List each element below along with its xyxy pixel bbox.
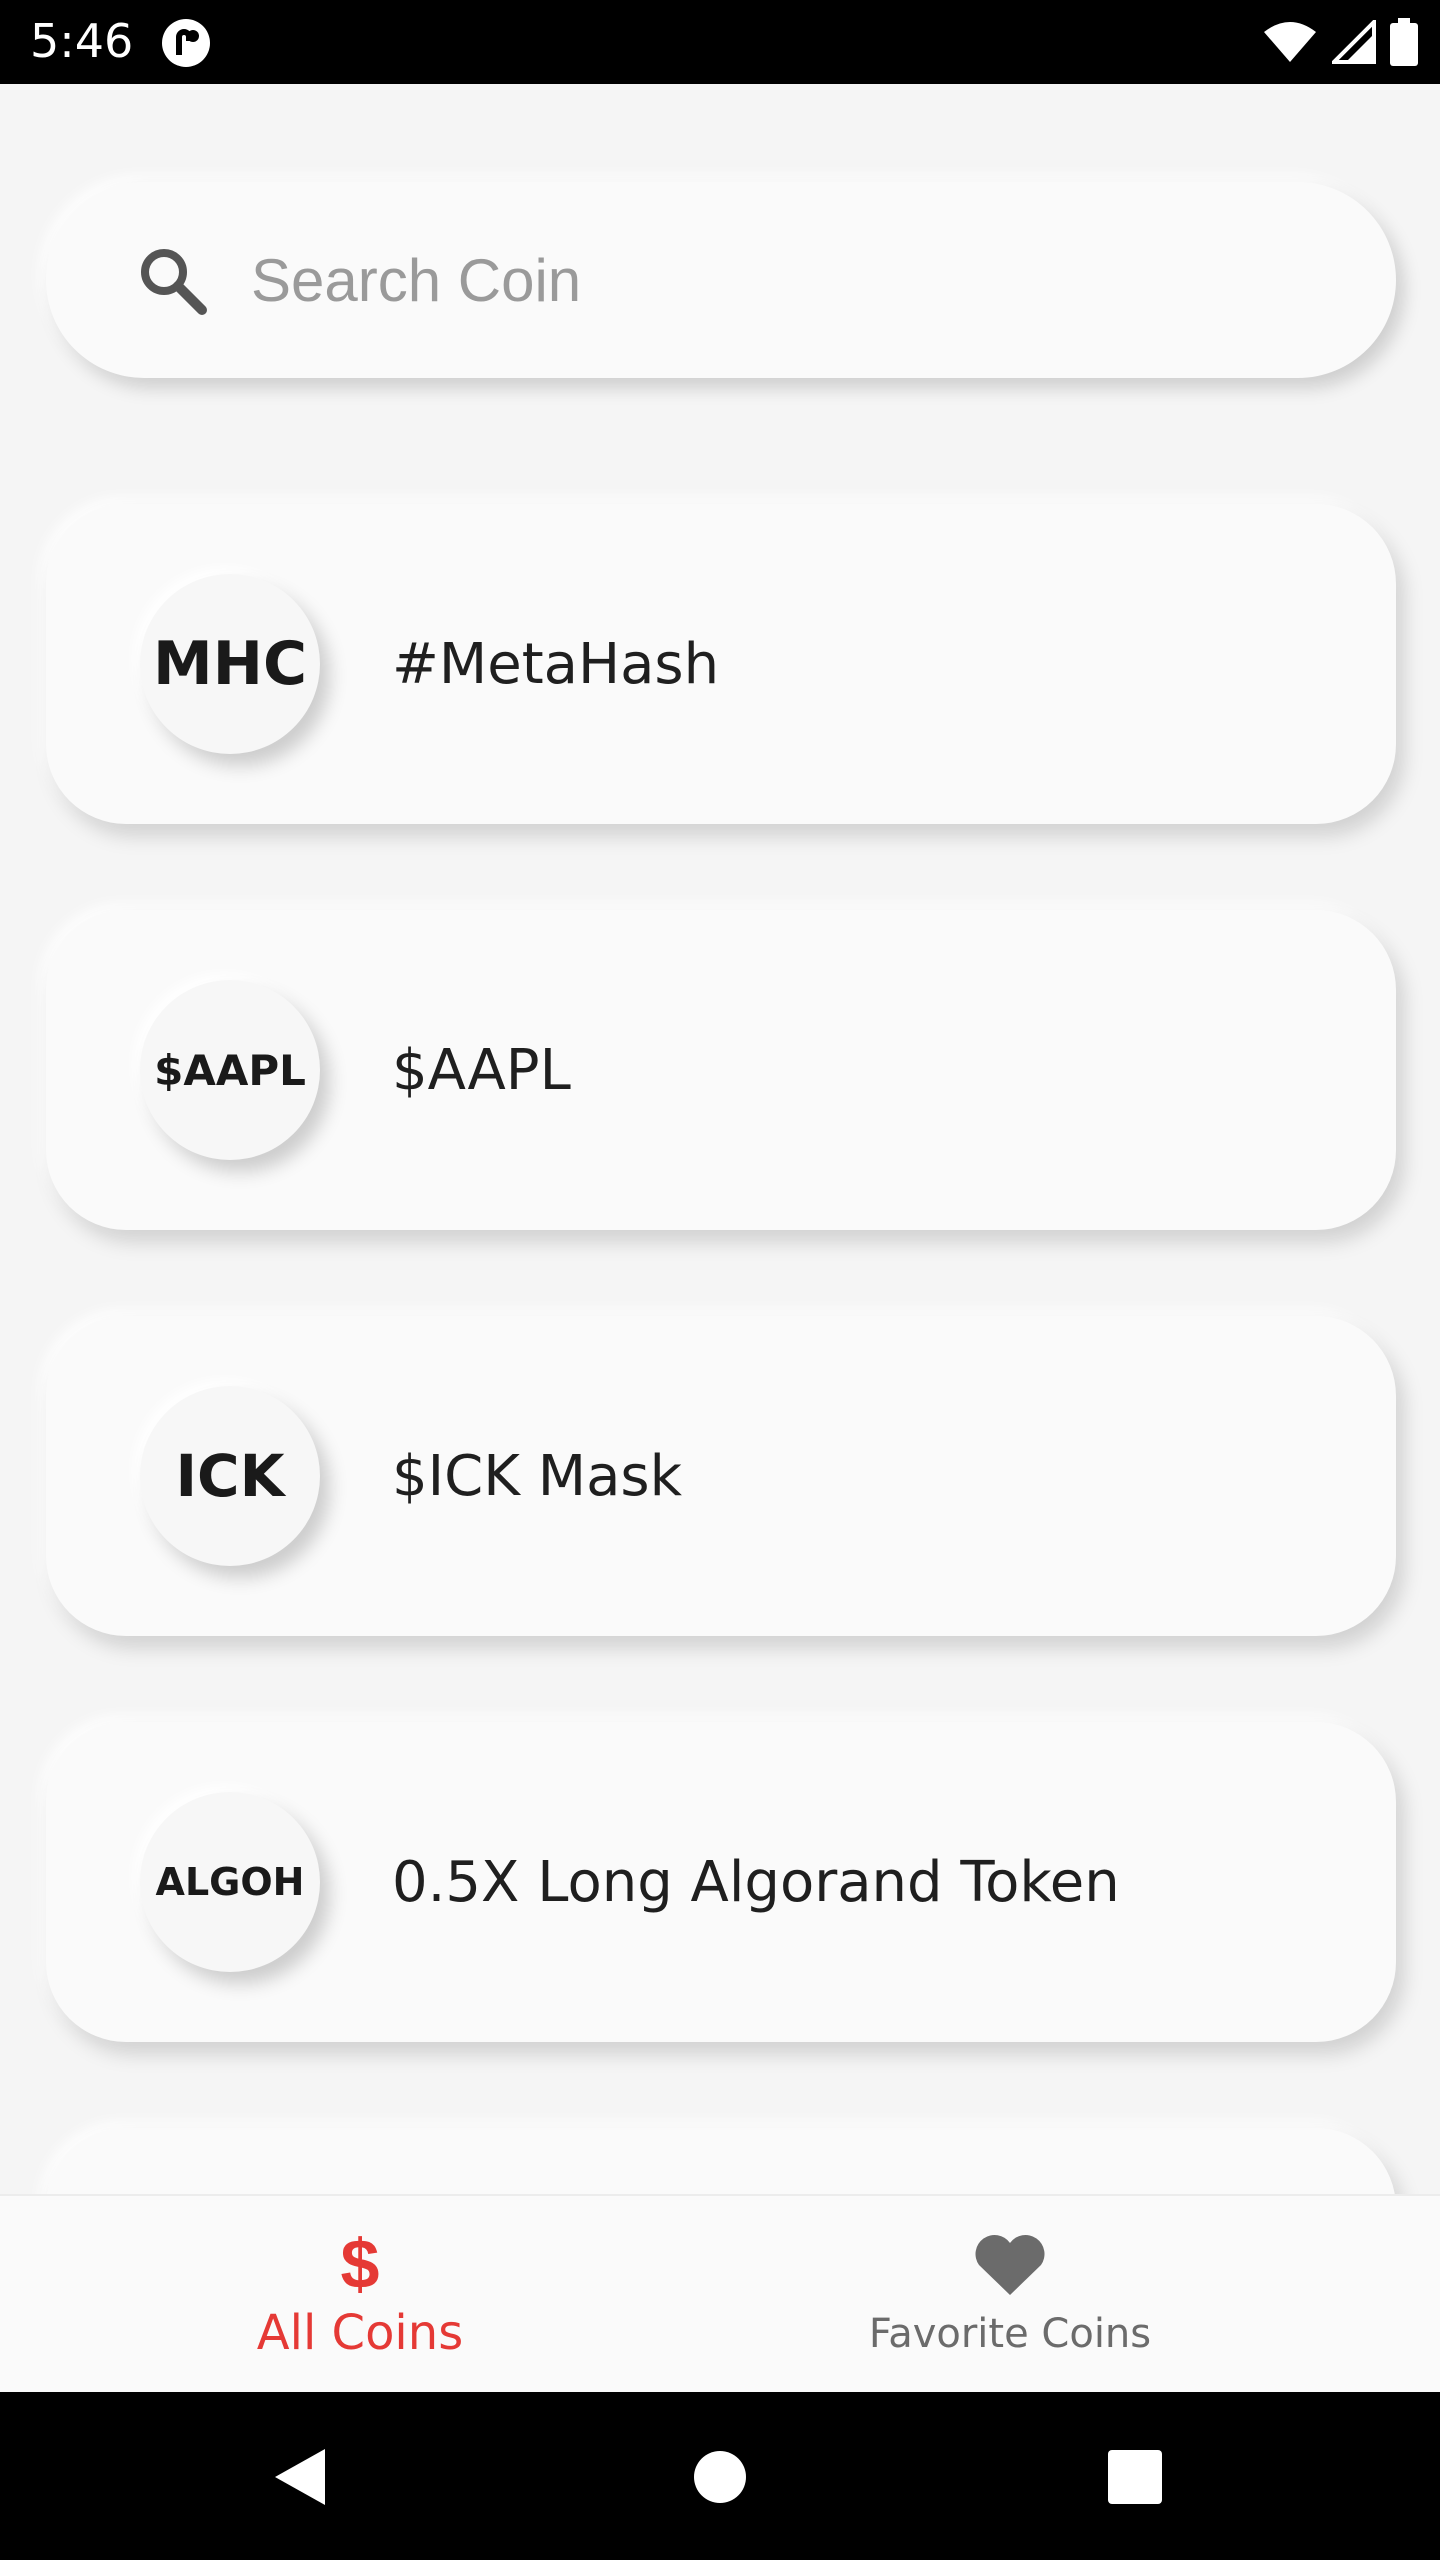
search-input[interactable] [251,232,1251,328]
status-time: 5:46 [30,14,134,68]
coin-name: #MetaHash [392,631,720,697]
search-bar[interactable] [46,182,1396,378]
bottom-navigation: $ All Coins Favorite Coins [0,2194,1440,2392]
coin-name: 0.5X Long Algorand Token [392,1849,1120,1915]
nav-label: All Coins [256,2305,464,2361]
coin-list-item[interactable]: MHC #MetaHash [46,504,1396,824]
coin-list-item[interactable]: ICK $ICK Mask [46,1316,1396,1636]
coin-symbol-badge: $AAPL [140,980,320,1160]
nav-favorite-coins[interactable]: Favorite Coins [560,2196,1440,2394]
status-icons [1262,16,1418,68]
heart-icon [975,2234,1045,2295]
coin-list-item[interactable]: ALGOH 0.5X Long Algorand Token [46,1722,1396,2042]
coin-name: $AAPL [392,1037,571,1103]
coin-list-item[interactable]: $AAPL $AAPL [46,910,1396,1230]
system-navigation-bar [0,2392,1440,2560]
nav-label: Favorite Coins [868,2311,1152,2357]
home-button[interactable] [675,2432,765,2522]
wifi-icon [1264,22,1316,62]
coin-symbol-badge: ICK [140,1386,320,1566]
back-icon [275,2449,325,2505]
recents-icon [1108,2450,1162,2504]
recents-button[interactable] [1090,2432,1180,2522]
status-bar: 5:46 [0,0,1440,84]
battery-icon [1390,18,1418,66]
coin-name: $ICK Mask [392,1443,683,1509]
home-icon [694,2451,746,2503]
dollar-icon: $ [340,2225,380,2303]
coin-symbol-badge: ALGOH [140,1792,320,1972]
screen: 5:46 MHC #MetaH [0,0,1440,2560]
coin-symbol-badge: MHC [140,574,320,754]
search-icon [141,249,207,315]
app-notification-icon [162,19,210,67]
back-button[interactable] [254,2432,344,2522]
cellular-signal-icon [1332,20,1376,64]
